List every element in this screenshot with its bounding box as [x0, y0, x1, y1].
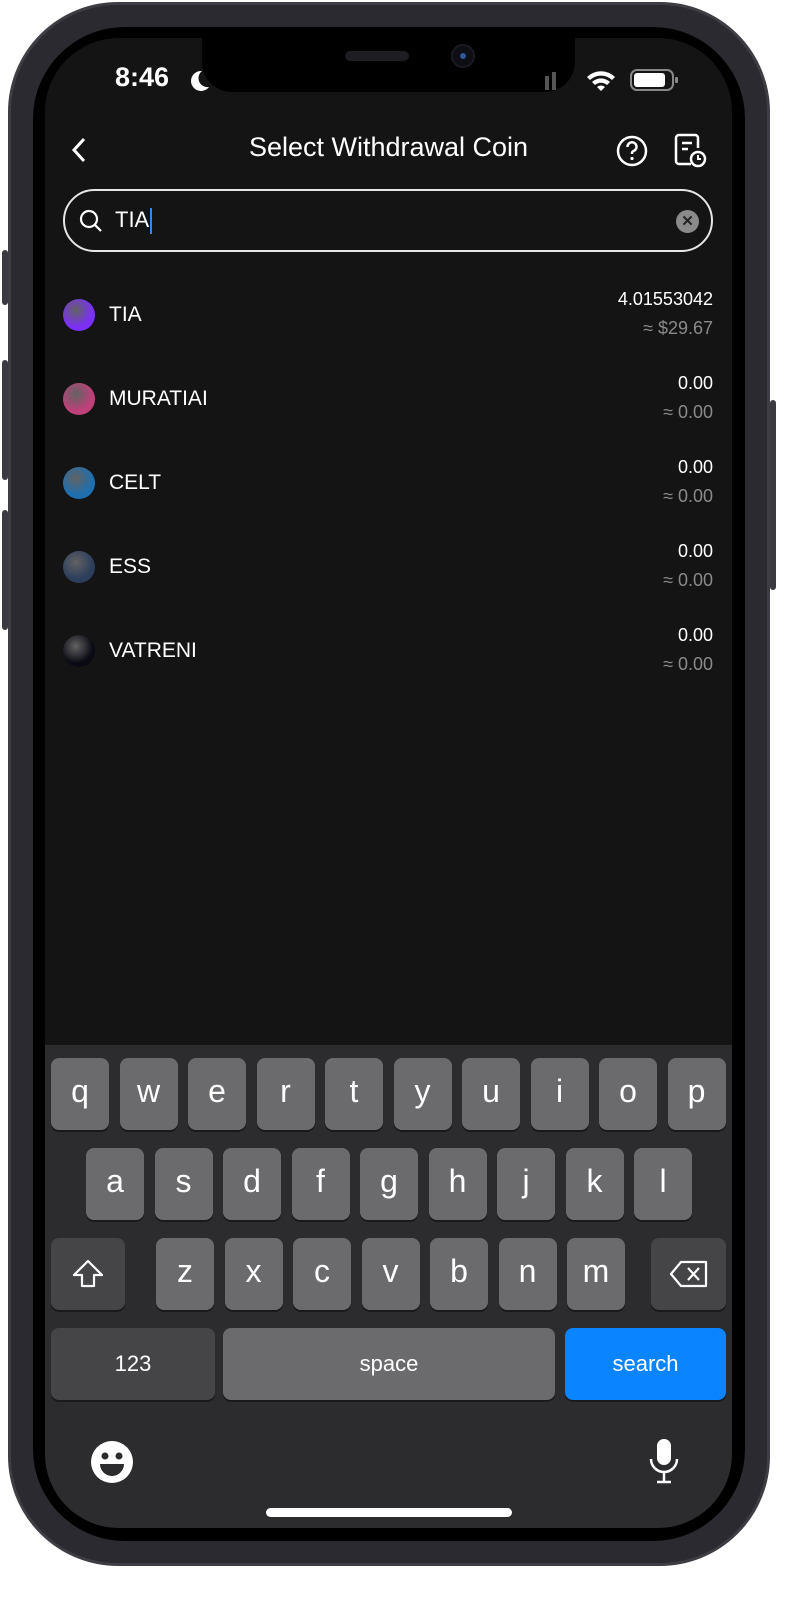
key-b[interactable]: b: [430, 1238, 488, 1310]
key-j[interactable]: j: [497, 1148, 555, 1220]
coin-amount: 0.00: [677, 457, 713, 477]
key-z[interactable]: z: [156, 1238, 214, 1310]
key-t[interactable]: t: [325, 1058, 383, 1130]
signal-icon: [545, 72, 556, 90]
microphone-icon[interactable]: [647, 1437, 681, 1485]
key-d[interactable]: d: [223, 1148, 281, 1220]
notch: [202, 38, 575, 92]
key-u[interactable]: u: [462, 1058, 520, 1130]
keyboard: q w e r t y u i o p a s d f g h j k l z x c v b n m 123 space search: [45, 1045, 732, 1528]
search-key[interactable]: search: [565, 1328, 726, 1400]
key-s[interactable]: s: [154, 1148, 213, 1220]
coin-logo-icon: [63, 299, 95, 331]
help-icon[interactable]: [615, 134, 649, 168]
coin-row[interactable]: VATRENI 0.00 ≈ 0.00: [63, 621, 713, 705]
key-h[interactable]: h: [428, 1148, 487, 1220]
key-n[interactable]: n: [498, 1238, 557, 1310]
coin-amount: 0.00: [677, 625, 713, 645]
text-caret: [150, 208, 153, 235]
coin-value: ≈ 0.00: [663, 570, 713, 590]
screen: 8:46 Select Withdrawal Coin TIA ✕ TIA 4.…: [45, 38, 732, 1528]
key-x[interactable]: x: [224, 1238, 283, 1310]
key-i[interactable]: i: [530, 1058, 589, 1130]
coin-logo-icon: [63, 383, 95, 415]
key-w[interactable]: w: [119, 1058, 178, 1130]
shift-key[interactable]: [51, 1238, 125, 1310]
key-k[interactable]: k: [565, 1148, 624, 1220]
key-p[interactable]: p: [667, 1058, 726, 1130]
key-q[interactable]: q: [51, 1058, 109, 1130]
coin-symbol: CELT: [109, 471, 162, 494]
key-c[interactable]: c: [293, 1238, 351, 1310]
coin-symbol: TIA: [109, 303, 142, 326]
wifi-icon: [587, 71, 615, 91]
power-button: [770, 400, 776, 590]
coin-row[interactable]: MURATIAI 0.00 ≈ 0.00: [63, 369, 713, 453]
coin-symbol: ESS: [109, 555, 152, 578]
key-y[interactable]: y: [393, 1058, 452, 1130]
coin-row[interactable]: CELT 0.00 ≈ 0.00: [63, 453, 713, 537]
key-g[interactable]: g: [360, 1148, 418, 1220]
coin-amount: 0.00: [677, 373, 713, 393]
coin-value: ≈ 0.00: [663, 486, 713, 506]
coin-value: ≈ 0.00: [663, 654, 713, 674]
coin-amount: 0.00: [677, 541, 713, 561]
coin-symbol: VATRENI: [109, 639, 197, 662]
coin-logo-icon: [63, 551, 95, 583]
clear-search-button[interactable]: ✕: [676, 210, 699, 233]
key-e[interactable]: e: [188, 1058, 246, 1130]
coin-value: ≈ 0.00: [663, 402, 713, 422]
home-indicator[interactable]: [266, 1508, 512, 1517]
key-o[interactable]: o: [599, 1058, 657, 1130]
coin-logo-icon: [63, 467, 95, 499]
coin-row[interactable]: TIA 4.01553042 ≈ $29.67: [63, 285, 713, 369]
key-a[interactable]: a: [86, 1148, 144, 1220]
key-v[interactable]: v: [361, 1238, 420, 1310]
space-key[interactable]: space: [223, 1328, 555, 1400]
numbers-key[interactable]: 123: [51, 1328, 215, 1400]
coin-logo-icon: [63, 635, 95, 667]
status-time: 8:46: [115, 62, 170, 92]
history-icon[interactable]: [673, 132, 707, 170]
shift-icon: [72, 1259, 104, 1288]
coin-amount: 4.01553042: [617, 289, 713, 309]
key-r[interactable]: r: [256, 1058, 315, 1130]
search-icon: [79, 209, 102, 232]
emoji-icon[interactable]: [90, 1440, 134, 1484]
coin-row[interactable]: ESS 0.00 ≈ 0.00: [63, 537, 713, 621]
battery-icon: [630, 69, 678, 91]
search-value: TIA: [115, 207, 150, 232]
coin-value: ≈ $29.67: [643, 318, 713, 338]
key-l[interactable]: l: [634, 1148, 692, 1220]
key-m[interactable]: m: [567, 1238, 625, 1310]
camera-icon: [451, 44, 475, 68]
key-f[interactable]: f: [291, 1148, 350, 1220]
backspace-key[interactable]: [651, 1238, 726, 1310]
backspace-icon: [669, 1260, 707, 1288]
coin-symbol: MURATIAI: [109, 387, 208, 410]
search-input[interactable]: TIA ✕: [63, 189, 713, 252]
